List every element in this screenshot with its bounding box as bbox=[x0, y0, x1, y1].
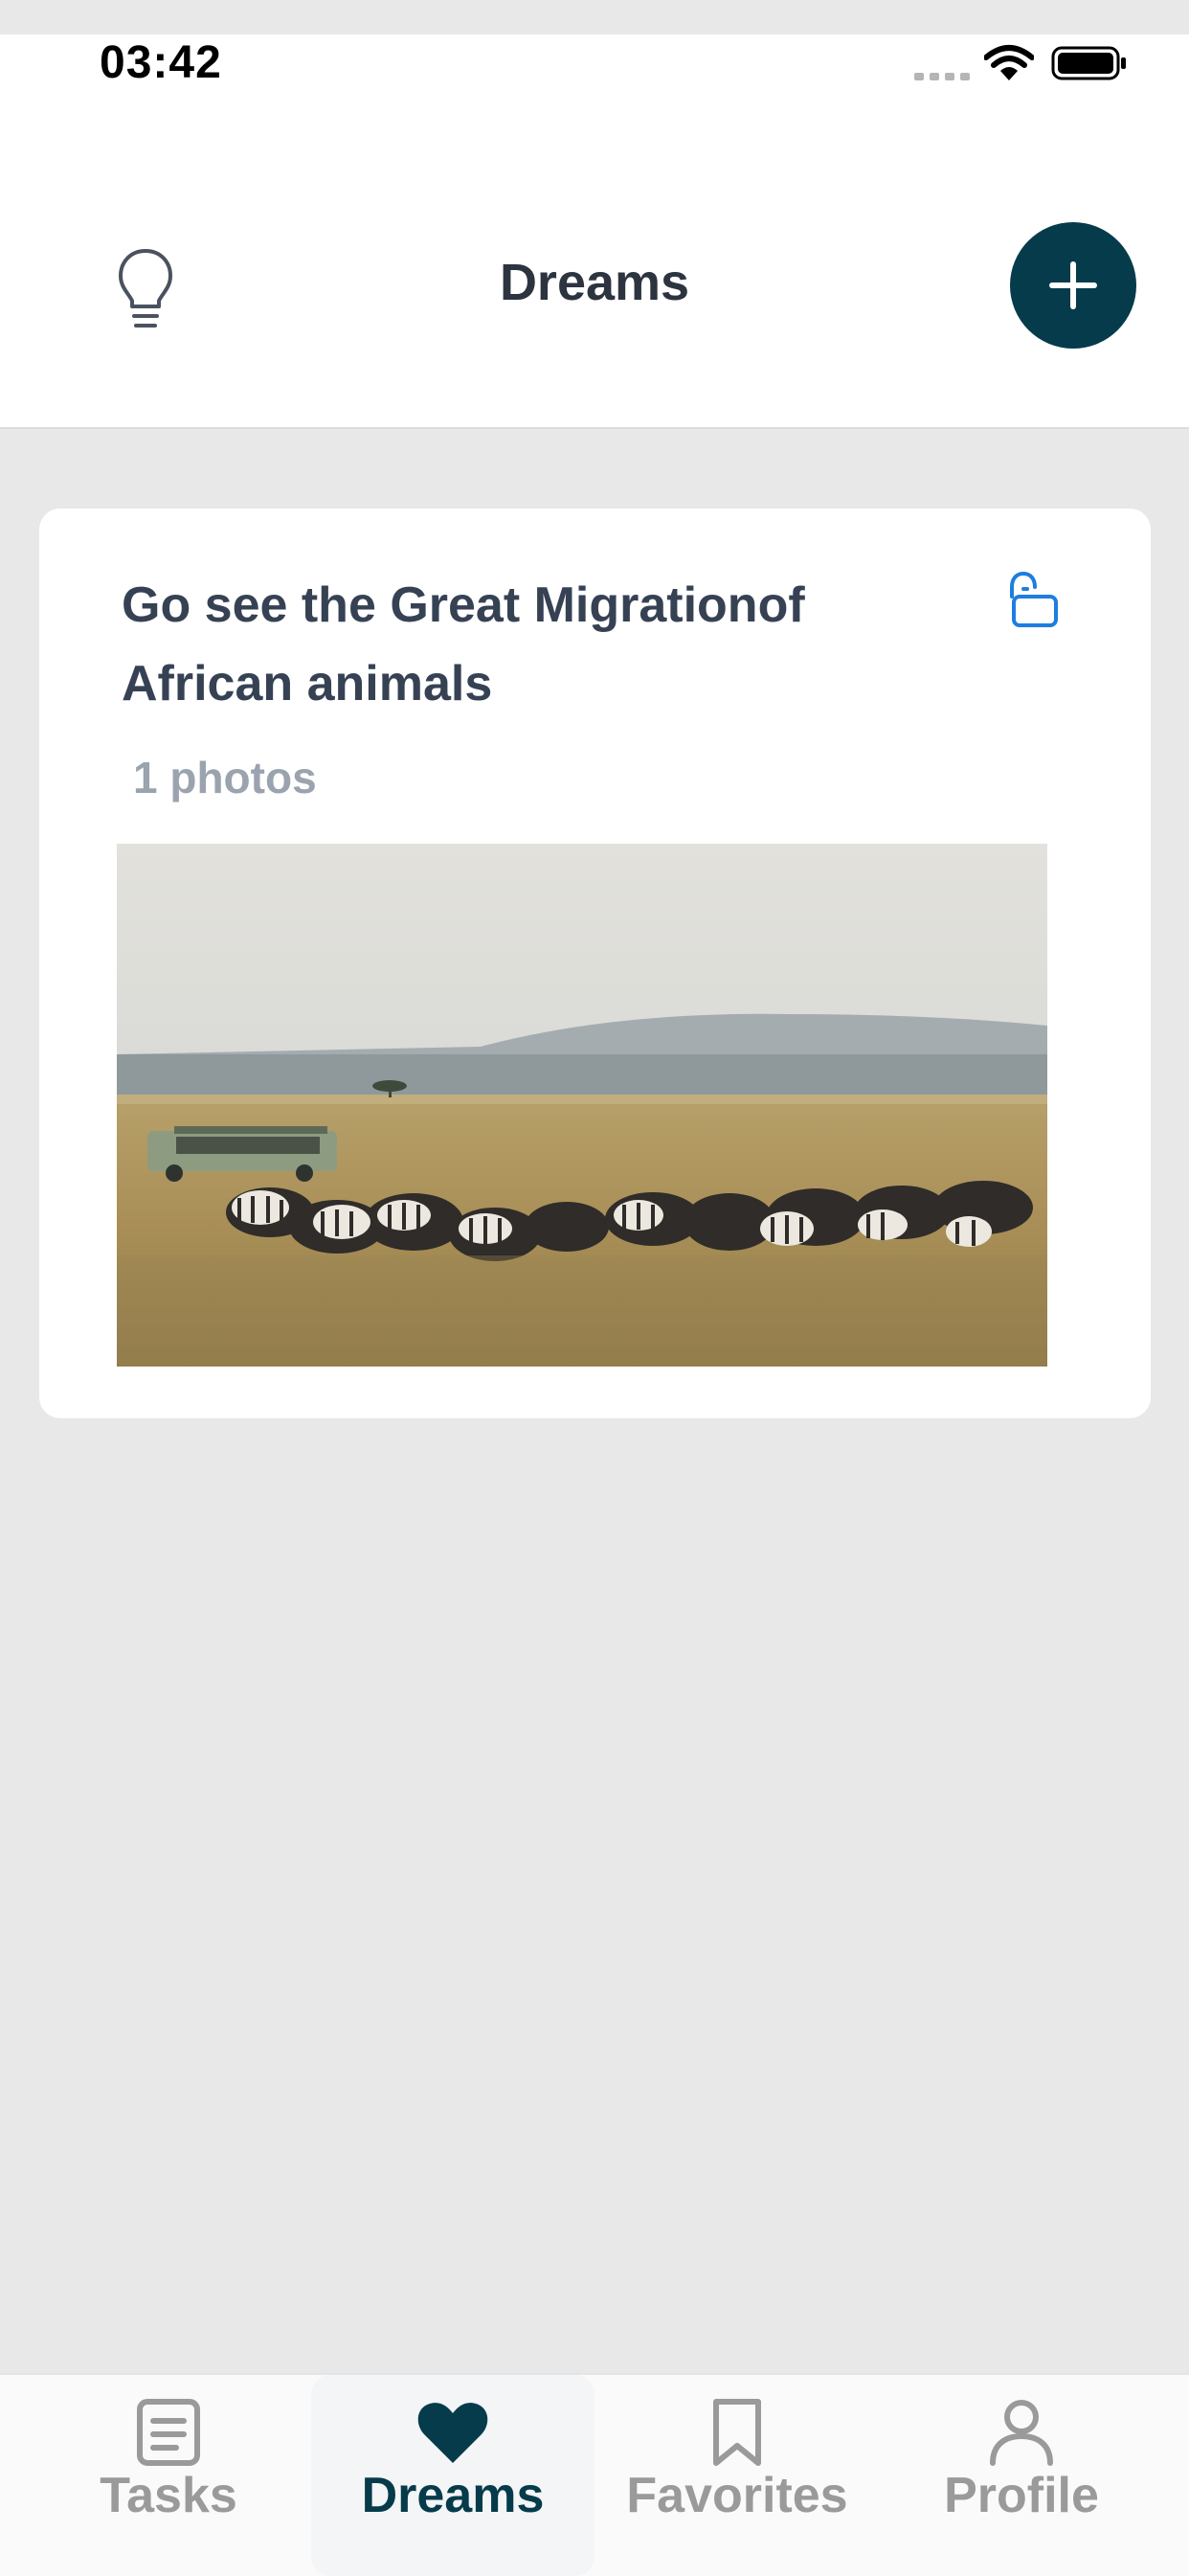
tab-profile[interactable]: Profile bbox=[880, 2375, 1163, 2576]
tab-favorites[interactable]: Favorites bbox=[595, 2375, 879, 2576]
wifi-icon bbox=[984, 45, 1034, 80]
bookmark-icon bbox=[713, 2399, 761, 2466]
dream-title: Go see the Great Migrationof African ani… bbox=[122, 577, 805, 712]
add-dream-button[interactable] bbox=[1010, 222, 1136, 349]
plus-icon bbox=[1049, 261, 1097, 309]
photo-count: 1 photos bbox=[133, 753, 317, 802]
heart-icon bbox=[417, 2403, 488, 2463]
savanna-zebra-wildebeest-photo bbox=[117, 844, 1047, 1367]
dream-photo[interactable] bbox=[117, 844, 1047, 1367]
top-strip bbox=[0, 0, 1189, 34]
signal-icon bbox=[914, 73, 970, 80]
status-bar: 03:42 bbox=[0, 34, 1189, 130]
lock-toggle-button[interactable] bbox=[1004, 570, 1062, 629]
tab-label-tasks: Tasks bbox=[100, 2468, 237, 2523]
unlock-icon bbox=[1010, 571, 1058, 627]
tab-bar: Tasks Dreams Favorites Profile bbox=[0, 2373, 1189, 2576]
tab-label-favorites: Favorites bbox=[626, 2468, 848, 2523]
header: Dreams bbox=[0, 130, 1189, 429]
dream-card[interactable]: Go see the Great Migrationof African ani… bbox=[39, 508, 1151, 1418]
person-icon bbox=[990, 2400, 1053, 2466]
task-list-icon bbox=[137, 2399, 200, 2466]
tab-tasks[interactable]: Tasks bbox=[27, 2375, 310, 2576]
tab-label-profile: Profile bbox=[944, 2468, 1099, 2523]
status-time: 03:42 bbox=[100, 37, 222, 88]
tab-label-dreams: Dreams bbox=[361, 2468, 545, 2523]
tab-dreams[interactable]: Dreams bbox=[311, 2375, 594, 2576]
battery-icon bbox=[1051, 46, 1126, 80]
